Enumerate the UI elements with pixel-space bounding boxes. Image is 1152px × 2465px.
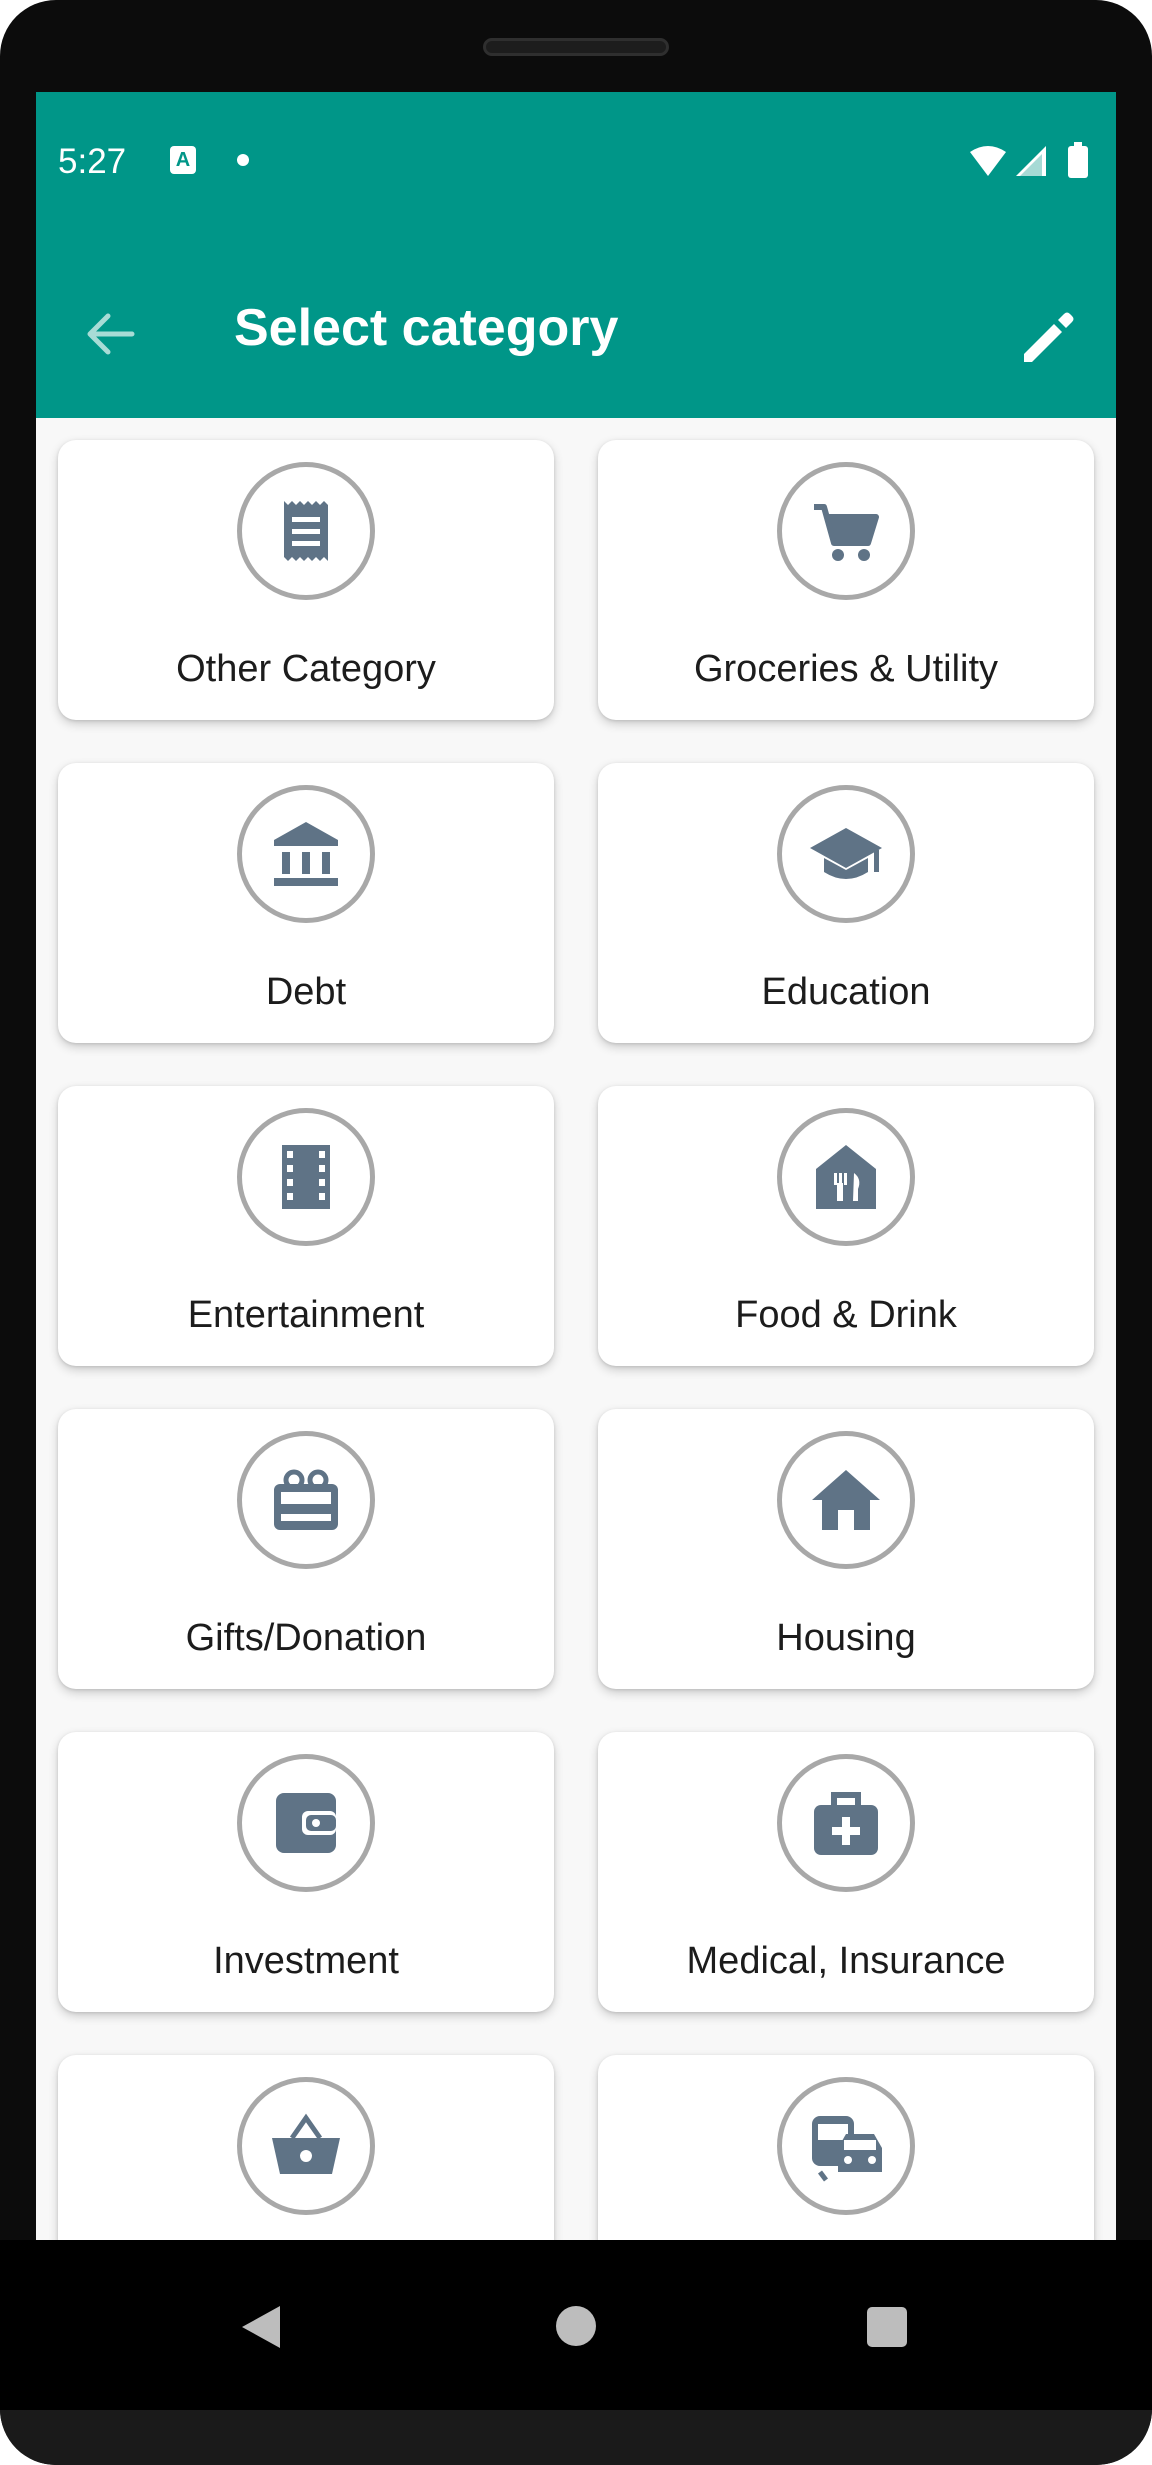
category-card[interactable]: Groceries & Utility <box>598 440 1094 720</box>
app-bar: 5:27 A Select category <box>36 92 1116 418</box>
category-card[interactable] <box>598 2055 1094 2240</box>
pencil-icon[interactable] <box>1016 306 1080 370</box>
nav-recents-icon[interactable] <box>867 2307 907 2347</box>
bank-icon <box>237 785 375 923</box>
device-chin <box>0 2410 1152 2465</box>
category-label: Debt <box>265 971 347 1013</box>
wifi-icon <box>970 146 1006 176</box>
category-card[interactable]: Entertainment <box>58 1086 554 1366</box>
wallet-icon <box>237 1754 375 1892</box>
film-icon <box>237 1108 375 1246</box>
category-card[interactable]: Food & Drink <box>598 1086 1094 1366</box>
category-card[interactable]: Debt <box>58 763 554 1043</box>
category-label: Groceries & Utility <box>693 648 999 690</box>
category-label: Medical, Insurance <box>686 1940 1006 1982</box>
category-card[interactable]: Education <box>598 763 1094 1043</box>
device-frame: 5:27 A Select category Other Category Gro… <box>0 0 1152 2465</box>
speaker-grille <box>483 38 669 56</box>
category-label: Entertainment <box>187 1294 425 1336</box>
nav-home-icon[interactable] <box>556 2306 596 2346</box>
notification-dot-icon <box>237 154 249 166</box>
status-icons <box>970 142 1088 178</box>
category-card[interactable] <box>58 2055 554 2240</box>
category-card[interactable]: Medical, Insurance <box>598 1732 1094 2012</box>
shopping-basket-icon <box>237 2077 375 2215</box>
nav-back-icon[interactable] <box>240 2304 282 2350</box>
notification-a-icon: A <box>170 146 196 174</box>
screen: 5:27 A Select category Other Category Gro… <box>36 92 1116 2240</box>
restaurant-icon <box>777 1108 915 1246</box>
gift-card-icon <box>237 1431 375 1569</box>
graduation-cap-icon <box>777 785 915 923</box>
medical-bag-icon <box>777 1754 915 1892</box>
transport-icon <box>777 2077 915 2215</box>
category-card[interactable]: Other Category <box>58 440 554 720</box>
battery-icon <box>1068 146 1088 178</box>
page-title: Select category <box>234 299 619 357</box>
category-card[interactable]: Gifts/Donation <box>58 1409 554 1689</box>
receipt-icon <box>237 462 375 600</box>
category-label: Housing <box>776 1617 916 1659</box>
back-arrow-icon[interactable] <box>76 304 146 364</box>
category-label: Other Category <box>176 648 436 690</box>
status-time: 5:27 <box>58 142 127 181</box>
category-label: Food & Drink <box>735 1294 957 1336</box>
shopping-cart-icon <box>777 462 915 600</box>
system-nav-bar <box>0 2240 1152 2410</box>
category-label: Education <box>761 971 931 1013</box>
category-card[interactable]: Housing <box>598 1409 1094 1689</box>
category-label: Investment <box>213 1940 399 1982</box>
category-label: Gifts/Donation <box>185 1617 427 1659</box>
category-card[interactable]: Investment <box>58 1732 554 2012</box>
home-icon <box>777 1431 915 1569</box>
